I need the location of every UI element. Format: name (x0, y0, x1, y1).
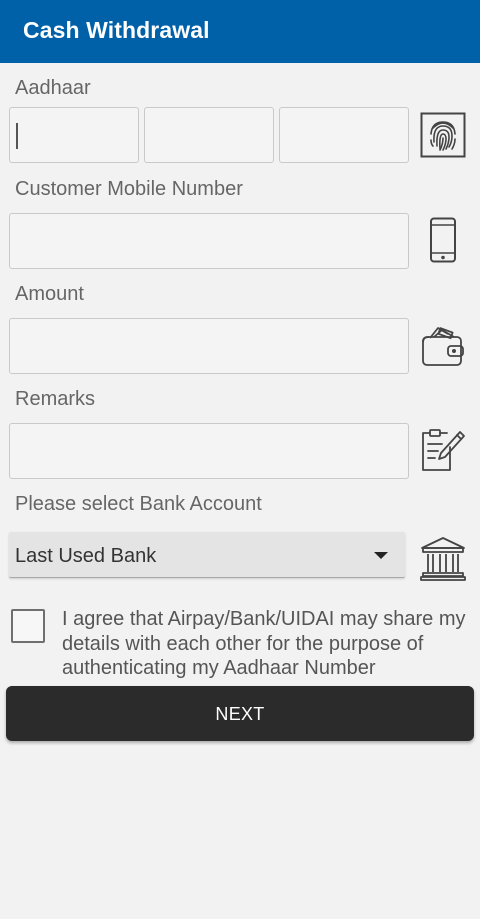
aadhaar-part-1-input[interactable] (10, 108, 138, 162)
smartphone-icon (420, 217, 466, 263)
mobile-input[interactable] (10, 214, 408, 268)
edit-note-icon (420, 427, 466, 473)
dropdown-arrow-icon (374, 552, 388, 559)
bank-icon (420, 535, 466, 581)
remarks-input[interactable] (10, 424, 408, 478)
mobile-label: Customer Mobile Number (15, 178, 243, 200)
aadhaar-part-3-field[interactable] (279, 107, 409, 163)
next-button-label: NEXT (215, 704, 265, 724)
aadhaar-part-2-field[interactable] (144, 107, 274, 163)
aadhaar-part-3-input[interactable] (280, 108, 408, 162)
bank-label: Please select Bank Account (15, 493, 262, 515)
bank-selected-value: Last Used Bank (15, 545, 157, 567)
text-cursor (16, 123, 18, 149)
mobile-field[interactable] (9, 213, 409, 269)
aadhaar-part-2-input[interactable] (145, 108, 273, 162)
remarks-label: Remarks (15, 388, 96, 410)
fingerprint-icon[interactable] (420, 112, 466, 158)
amount-label: Amount (15, 283, 84, 305)
amount-field[interactable] (9, 318, 409, 374)
bank-account-select[interactable]: Last Used Bank (9, 532, 405, 578)
aadhaar-label: Aadhaar (15, 77, 91, 99)
next-button[interactable]: NEXT (6, 686, 474, 741)
remarks-field[interactable] (9, 423, 409, 479)
aadhaar-part-1-field[interactable] (9, 107, 139, 163)
consent-text: I agree that Airpay/Bank/UIDAI may share… (62, 608, 466, 679)
amount-input[interactable] (10, 319, 408, 373)
app-bar: Cash Withdrawal (0, 0, 480, 63)
consent-checkbox[interactable] (11, 609, 45, 643)
page-title: Cash Withdrawal (23, 17, 210, 43)
wallet-icon (420, 322, 466, 368)
